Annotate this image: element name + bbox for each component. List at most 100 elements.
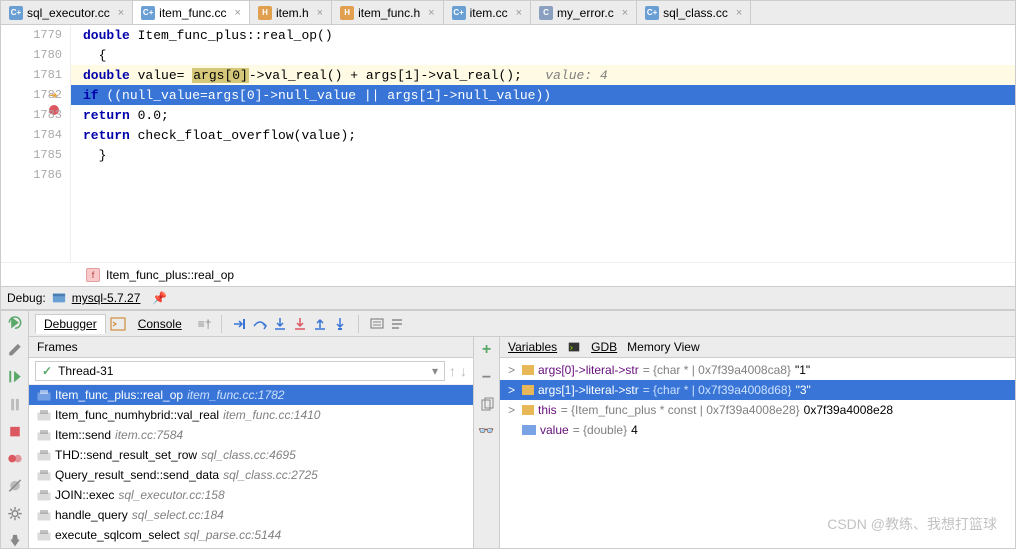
- variables-pane: + − 👓 Variables GDB Memory View > args[0…: [474, 337, 1015, 548]
- show-execution-point-icon[interactable]: [232, 316, 248, 332]
- editor-tab[interactable]: Cmy_error.c×: [531, 1, 637, 24]
- editor-tab[interactable]: Hitem_func.h×: [332, 1, 443, 24]
- breadcrumb-text: Item_func_plus::real_op: [106, 268, 234, 282]
- glasses-icon[interactable]: 👓: [478, 423, 494, 439]
- frame-item[interactable]: Item_func_numhybrid::val_real item_func.…: [29, 405, 473, 425]
- pin-icon[interactable]: 📌: [152, 291, 167, 305]
- variable-item[interactable]: > this = {Item_func_plus * const | 0x7f3…: [500, 400, 1015, 420]
- view-breakpoints-icon[interactable]: [7, 451, 23, 466]
- resume-icon[interactable]: [7, 369, 23, 384]
- code-line[interactable]: double value= args[0]->val_real() + args…: [71, 65, 1015, 85]
- frame-item[interactable]: Item_func_plus::real_op item_func.cc:178…: [29, 385, 473, 405]
- editor-tab[interactable]: Hitem.h×: [250, 1, 332, 24]
- variable-type: = {char * | 0x7f39a4008d68}: [643, 383, 792, 397]
- close-icon[interactable]: ×: [736, 7, 742, 19]
- pause-icon[interactable]: [7, 397, 23, 412]
- code-line[interactable]: [71, 165, 1015, 185]
- code-line[interactable]: return 0.0;: [71, 105, 1015, 125]
- run-to-cursor-icon[interactable]: [332, 316, 348, 332]
- line-number[interactable]: 1783: [1, 105, 70, 125]
- prev-frame-icon[interactable]: ↑: [449, 363, 456, 379]
- thread-selector[interactable]: ✓ Thread-31 ▾: [35, 361, 445, 381]
- edit-icon[interactable]: [7, 342, 23, 357]
- frame-item[interactable]: Query_result_send::send_data sql_class.c…: [29, 465, 473, 485]
- frame-item[interactable]: execute_sqlcom_select sql_parse.cc:5144: [29, 525, 473, 545]
- frames-list[interactable]: Item_func_plus::real_op item_func.cc:178…: [29, 385, 473, 548]
- stop-icon[interactable]: [7, 424, 23, 439]
- var-type-icon: [522, 365, 534, 375]
- editor-tab[interactable]: C+item.cc×: [444, 1, 531, 24]
- pin-tab-icon[interactable]: [7, 533, 23, 548]
- expand-icon[interactable]: >: [508, 383, 518, 397]
- code-line[interactable]: {: [71, 45, 1015, 65]
- rerun-icon[interactable]: [7, 315, 23, 330]
- breakpoint-icon[interactable]: ➜: [49, 88, 63, 102]
- variable-item[interactable]: value = {double} 4: [500, 420, 1015, 440]
- code-line[interactable]: if ((null_value=args[0]->null_value || a…: [71, 85, 1015, 105]
- frame-function: execute_sqlcom_select: [55, 528, 180, 542]
- line-number[interactable]: 1780: [1, 45, 70, 65]
- step-into-icon[interactable]: [272, 316, 288, 332]
- variable-name: this: [538, 403, 557, 417]
- step-over-icon[interactable]: [252, 316, 268, 332]
- frame-item[interactable]: JOIN::exec sql_executor.cc:158: [29, 485, 473, 505]
- trace-icon[interactable]: [389, 316, 405, 332]
- add-watch-icon[interactable]: +: [482, 341, 491, 359]
- code-body[interactable]: double Item_func_plus::real_op() { doubl…: [71, 25, 1015, 262]
- variables-list[interactable]: > args[0]->literal->str = {char * | 0x7f…: [500, 358, 1015, 548]
- force-step-into-icon[interactable]: [292, 316, 308, 332]
- code-line[interactable]: double Item_func_plus::real_op(): [71, 25, 1015, 45]
- editor-tabs: C+sql_executor.cc×C+item_func.cc×Hitem.h…: [1, 1, 1015, 25]
- threads-icon[interactable]: ≡†: [198, 317, 212, 331]
- frame-item[interactable]: THD::send_result_set_row sql_class.cc:46…: [29, 445, 473, 465]
- line-number[interactable]: 1784: [1, 125, 70, 145]
- variable-item[interactable]: > args[0]->literal->str = {char * | 0x7f…: [500, 360, 1015, 380]
- close-icon[interactable]: ×: [235, 7, 241, 19]
- frame-item[interactable]: mysql_execute_command sql_parse.cc:2816: [29, 545, 473, 548]
- file-type-icon: H: [340, 6, 354, 20]
- step-out-icon[interactable]: [312, 316, 328, 332]
- close-icon[interactable]: ×: [516, 7, 522, 19]
- tab-gdb[interactable]: GDB: [591, 340, 617, 354]
- tab-debugger[interactable]: Debugger: [35, 314, 106, 334]
- code-line[interactable]: }: [71, 145, 1015, 165]
- debug-config[interactable]: mysql-5.7.27: [72, 291, 141, 305]
- line-number[interactable]: 1779: [1, 25, 70, 45]
- tab-console[interactable]: Console: [130, 315, 190, 333]
- tab-memory-view[interactable]: Memory View: [627, 340, 699, 354]
- frame-location: sql_select.cc:184: [132, 508, 224, 522]
- tab-variables[interactable]: Variables: [508, 340, 557, 354]
- line-gutter: 177917801781➜17821783178417851786: [1, 25, 71, 262]
- frame-item[interactable]: Item::send item.cc:7584: [29, 425, 473, 445]
- code-line[interactable]: return check_float_overflow(value);: [71, 125, 1015, 145]
- mute-breakpoints-icon[interactable]: [7, 478, 23, 493]
- stack-frame-icon: [37, 428, 51, 442]
- evaluate-expression-icon[interactable]: [369, 316, 385, 332]
- expand-icon[interactable]: [508, 423, 518, 437]
- frame-item[interactable]: handle_query sql_select.cc:184: [29, 505, 473, 525]
- frame-function: Item_func_plus::real_op: [55, 388, 183, 402]
- variable-name: args[1]->literal->str: [538, 383, 639, 397]
- editor-tab[interactable]: C+item_func.cc×: [133, 1, 250, 24]
- close-icon[interactable]: ×: [118, 7, 124, 19]
- close-icon[interactable]: ×: [428, 7, 434, 19]
- copy-icon[interactable]: [479, 397, 495, 413]
- variable-name: value: [540, 423, 569, 437]
- line-number[interactable]: 1785: [1, 145, 70, 165]
- editor-tab[interactable]: C+sql_executor.cc×: [1, 1, 133, 24]
- tab-label: item_func.cc: [159, 6, 226, 20]
- close-icon[interactable]: ×: [317, 7, 323, 19]
- frame-function: JOIN::exec: [55, 488, 114, 502]
- editor-tab[interactable]: C+sql_class.cc×: [637, 1, 751, 24]
- line-number[interactable]: ➜1782: [1, 85, 70, 105]
- variable-item[interactable]: > args[1]->literal->str = {char * | 0x7f…: [500, 380, 1015, 400]
- settings-icon[interactable]: [7, 506, 23, 521]
- close-icon[interactable]: ×: [622, 7, 628, 19]
- expand-icon[interactable]: >: [508, 403, 518, 417]
- line-number[interactable]: 1781: [1, 65, 70, 85]
- next-frame-icon[interactable]: ↓: [460, 363, 467, 379]
- expand-icon[interactable]: >: [508, 363, 518, 377]
- frames-pane: Frames ✓ Thread-31 ▾ ↑ ↓ Item_func_plus:…: [29, 337, 474, 548]
- line-number[interactable]: 1786: [1, 165, 70, 185]
- remove-watch-icon[interactable]: −: [482, 369, 491, 387]
